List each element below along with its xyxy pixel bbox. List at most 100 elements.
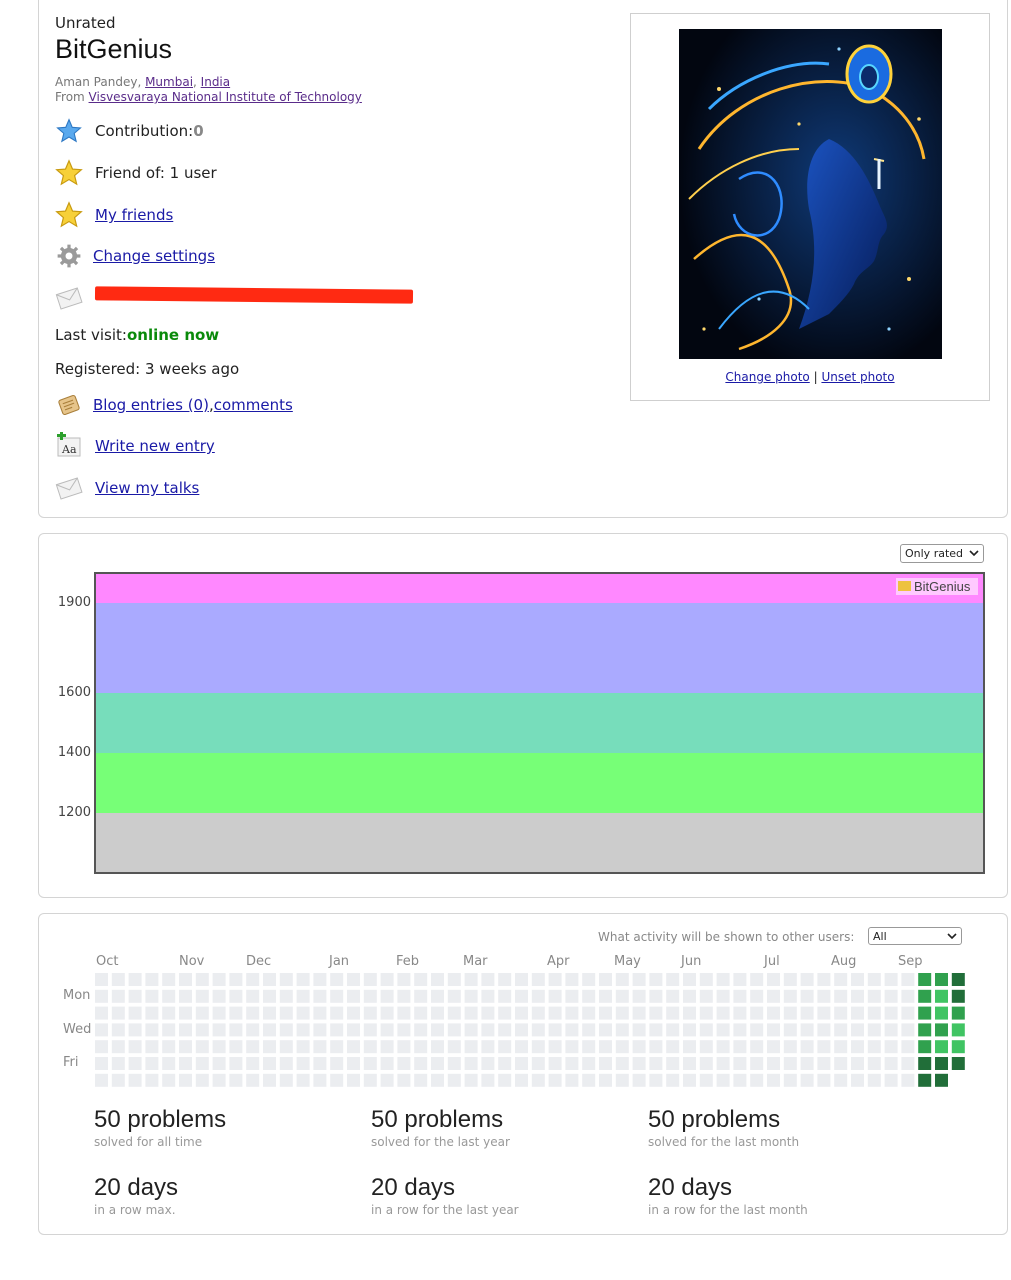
heatmap-cell[interactable] xyxy=(212,1006,226,1020)
heatmap-cell[interactable] xyxy=(783,1040,797,1054)
heatmap-cell[interactable] xyxy=(279,1057,293,1070)
heatmap-cell[interactable] xyxy=(380,1006,394,1020)
heatmap-cell[interactable] xyxy=(834,989,848,1003)
heatmap-cell[interactable] xyxy=(431,989,444,1003)
heatmap-cell[interactable] xyxy=(699,1057,713,1070)
heatmap-cell[interactable] xyxy=(632,1006,646,1020)
heatmap-cell[interactable] xyxy=(246,1073,260,1087)
heatmap-cell[interactable] xyxy=(767,1040,780,1054)
heatmap-cell[interactable] xyxy=(481,1057,495,1070)
write-new-entry-link[interactable]: Write new entry xyxy=(95,437,215,455)
heatmap-cell[interactable] xyxy=(263,989,276,1003)
change-settings-link[interactable]: Change settings xyxy=(93,247,215,265)
blog-entries-link[interactable]: Blog entries (0) xyxy=(93,396,209,414)
heatmap-cell[interactable] xyxy=(582,1073,596,1087)
heatmap-cell[interactable] xyxy=(901,1073,915,1087)
heatmap-cell[interactable] xyxy=(834,1040,848,1054)
heatmap-cell[interactable] xyxy=(767,1073,780,1087)
heatmap-cell[interactable] xyxy=(498,1073,512,1087)
heatmap-cell[interactable] xyxy=(632,1040,646,1054)
heatmap-cell[interactable] xyxy=(565,973,579,986)
heatmap-cell[interactable] xyxy=(548,1057,562,1070)
heatmap-cell[interactable] xyxy=(565,1073,579,1087)
heatmap-cell[interactable] xyxy=(884,1040,898,1054)
heatmap-cell[interactable] xyxy=(515,1006,528,1020)
heatmap-cell[interactable] xyxy=(548,1006,562,1020)
heatmap-cell[interactable] xyxy=(649,1006,663,1020)
heatmap-cell-active[interactable] xyxy=(935,1006,948,1020)
heatmap-cell[interactable] xyxy=(347,973,360,986)
heatmap-cell[interactable] xyxy=(817,973,831,986)
heatmap-cell[interactable] xyxy=(279,1040,293,1054)
heatmap-cell[interactable] xyxy=(447,1057,461,1070)
heatmap-cell[interactable] xyxy=(212,1073,226,1087)
heatmap-cell[interactable] xyxy=(834,1006,848,1020)
heatmap-cell[interactable] xyxy=(783,1073,797,1087)
heatmap-cell[interactable] xyxy=(111,1040,125,1054)
heatmap-cell[interactable] xyxy=(565,1057,579,1070)
heatmap-cell[interactable] xyxy=(599,1023,612,1037)
heatmap-cell[interactable] xyxy=(179,1006,192,1020)
heatmap-cell[interactable] xyxy=(313,1040,327,1054)
heatmap-cell[interactable] xyxy=(783,989,797,1003)
heatmap-cell[interactable] xyxy=(414,1040,428,1054)
heatmap-cell[interactable] xyxy=(901,1006,915,1020)
heatmap-cell[interactable] xyxy=(632,973,646,986)
heatmap-cell[interactable] xyxy=(851,1023,864,1037)
heatmap-cell[interactable] xyxy=(313,989,327,1003)
heatmap-cell-active[interactable] xyxy=(935,1040,948,1054)
heatmap-cell[interactable] xyxy=(347,1073,360,1087)
heatmap-cell[interactable] xyxy=(145,1040,159,1054)
heatmap-cell[interactable] xyxy=(145,989,159,1003)
heatmap-cell[interactable] xyxy=(884,1073,898,1087)
heatmap-cell[interactable] xyxy=(565,989,579,1003)
heatmap-cell[interactable] xyxy=(145,1073,159,1087)
heatmap-cell[interactable] xyxy=(95,1006,108,1020)
heatmap-cell[interactable] xyxy=(347,1023,360,1037)
heatmap-cell[interactable] xyxy=(498,989,512,1003)
heatmap-cell[interactable] xyxy=(464,1040,478,1054)
heatmap-cell[interactable] xyxy=(649,1023,663,1037)
heatmap-cell[interactable] xyxy=(699,989,713,1003)
heatmap-cell[interactable] xyxy=(128,1040,142,1054)
heatmap-cell[interactable] xyxy=(867,1057,881,1070)
heatmap-cell[interactable] xyxy=(380,1023,394,1037)
heatmap-cell[interactable] xyxy=(397,1006,411,1020)
heatmap-cell-active[interactable] xyxy=(951,973,965,986)
heatmap-cell[interactable] xyxy=(296,1040,310,1054)
heatmap-cell[interactable] xyxy=(498,1057,512,1070)
heatmap-cell[interactable] xyxy=(599,1057,612,1070)
heatmap-cell[interactable] xyxy=(111,989,125,1003)
heatmap-cell[interactable] xyxy=(884,1023,898,1037)
heatmap-cell[interactable] xyxy=(195,1040,209,1054)
heatmap-cell[interactable] xyxy=(800,989,814,1003)
heatmap-cell[interactable] xyxy=(515,1073,528,1087)
heatmap-cell[interactable] xyxy=(162,1006,176,1020)
heatmap-cell[interactable] xyxy=(431,1040,444,1054)
heatmap-cell[interactable] xyxy=(851,973,864,986)
heatmap-cell[interactable] xyxy=(162,1040,176,1054)
heatmap-cell[interactable] xyxy=(800,1040,814,1054)
heatmap-cell[interactable] xyxy=(313,1057,327,1070)
heatmap-cell[interactable] xyxy=(263,1057,276,1070)
heatmap-cell[interactable] xyxy=(599,1040,612,1054)
heatmap-cell[interactable] xyxy=(464,1073,478,1087)
heatmap-cell[interactable] xyxy=(817,1057,831,1070)
heatmap-cell[interactable] xyxy=(683,1073,696,1087)
heatmap-cell[interactable] xyxy=(229,989,243,1003)
heatmap-cell-active[interactable] xyxy=(918,1057,932,1070)
heatmap-cell[interactable] xyxy=(296,1006,310,1020)
heatmap-cell[interactable] xyxy=(716,1040,730,1054)
heatmap-cell[interactable] xyxy=(800,973,814,986)
heatmap-cell[interactable] xyxy=(783,1006,797,1020)
heatmap-cell[interactable] xyxy=(162,989,176,1003)
heatmap-cell[interactable] xyxy=(447,973,461,986)
heatmap-cell[interactable] xyxy=(649,1073,663,1087)
heatmap-cell[interactable] xyxy=(901,973,915,986)
heatmap-cell[interactable] xyxy=(279,1073,293,1087)
heatmap-cell-active[interactable] xyxy=(951,989,965,1003)
heatmap-cell[interactable] xyxy=(515,989,528,1003)
heatmap-cell-active[interactable] xyxy=(918,1040,932,1054)
heatmap-cell[interactable] xyxy=(599,989,612,1003)
heatmap-cell[interactable] xyxy=(615,989,629,1003)
